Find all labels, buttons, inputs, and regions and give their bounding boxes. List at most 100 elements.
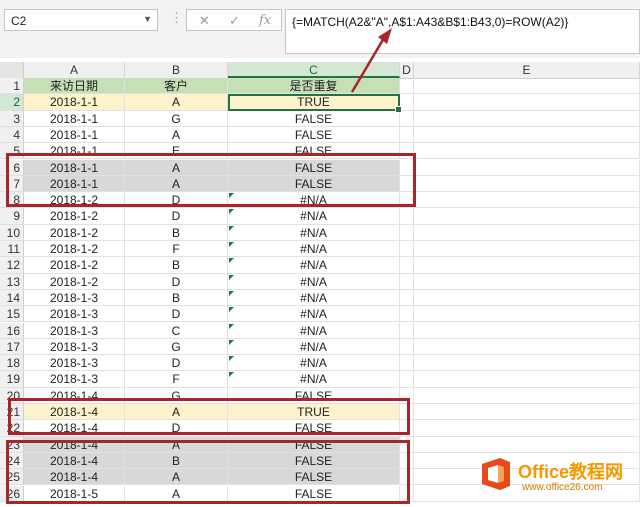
cell-empty[interactable] <box>414 94 640 111</box>
cell-customer[interactable]: A <box>125 469 228 486</box>
row-number[interactable]: 9 <box>0 208 24 225</box>
cell-visit-date[interactable]: 2018-1-3 <box>24 355 125 372</box>
cell-visit-date[interactable]: 2018-1-3 <box>24 289 125 307</box>
cell-is-duplicate[interactable]: FALSE <box>228 159 400 176</box>
row-number[interactable]: 8 <box>0 192 24 209</box>
row-number[interactable]: 24 <box>0 452 24 470</box>
cell-is-duplicate[interactable]: FALSE <box>228 110 400 127</box>
cell-customer[interactable]: D <box>125 273 228 290</box>
cell-visit-date[interactable]: 2018-1-3 <box>24 371 125 388</box>
cell-empty[interactable] <box>414 241 640 258</box>
cell-is-duplicate[interactable]: #N/A <box>228 241 400 258</box>
row-number[interactable]: 20 <box>0 387 24 404</box>
select-all-corner[interactable] <box>0 62 24 78</box>
cell-is-duplicate[interactable]: #N/A <box>228 192 400 209</box>
error-indicator-icon[interactable] <box>229 274 234 280</box>
cell-is-duplicate[interactable]: FALSE <box>228 175 400 193</box>
cell-visit-date[interactable]: 2018-1-3 <box>24 322 125 339</box>
cell-customer[interactable]: G <box>125 110 228 127</box>
cell-empty[interactable] <box>400 159 414 176</box>
cell-empty[interactable] <box>400 387 414 404</box>
cell-visit-date[interactable]: 2018-1-2 <box>24 257 125 274</box>
cell-empty[interactable] <box>400 126 414 144</box>
row-number[interactable]: 19 <box>0 371 24 388</box>
name-box[interactable]: C2 ▼ <box>4 9 158 31</box>
error-indicator-icon[interactable] <box>229 339 234 345</box>
row-number[interactable]: 21 <box>0 404 24 421</box>
cell-empty[interactable] <box>414 208 640 225</box>
cell-customer[interactable]: D <box>125 420 228 437</box>
row-number[interactable]: 1 <box>0 78 24 95</box>
row-number[interactable]: 18 <box>0 355 24 372</box>
cell-customer[interactable]: A <box>125 175 228 193</box>
row-number[interactable]: 3 <box>0 110 24 127</box>
cell-visit-date[interactable]: 2018-1-1 <box>24 110 125 127</box>
cell-visit-date[interactable]: 2018-1-3 <box>24 338 125 356</box>
cell-customer[interactable]: B <box>125 289 228 307</box>
column-header-b[interactable]: B <box>125 62 228 78</box>
row-number[interactable]: 15 <box>0 306 24 323</box>
cell-customer[interactable]: E <box>125 143 228 160</box>
row-number[interactable]: 10 <box>0 224 24 241</box>
cell-empty[interactable] <box>414 175 640 193</box>
cell-empty[interactable] <box>400 78 414 95</box>
cell-empty[interactable] <box>400 110 414 127</box>
row-number[interactable]: 26 <box>0 485 24 502</box>
column-header-d[interactable]: D <box>400 62 414 78</box>
error-indicator-icon[interactable] <box>229 193 234 199</box>
column-header-e[interactable]: E <box>414 62 640 78</box>
cell-empty[interactable] <box>400 208 414 225</box>
error-indicator-icon[interactable] <box>229 323 234 329</box>
cell-empty[interactable] <box>400 257 414 274</box>
cell-customer[interactable]: B <box>125 452 228 470</box>
column-header-a[interactable]: A <box>24 62 125 78</box>
cell-visit-date[interactable]: 2018-1-5 <box>24 485 125 502</box>
cell-visit-date[interactable]: 2018-1-4 <box>24 420 125 437</box>
cell-is-duplicate[interactable]: #N/A <box>228 257 400 274</box>
row-number[interactable]: 17 <box>0 338 24 356</box>
cell-customer[interactable]: A <box>125 485 228 502</box>
cell-empty[interactable] <box>400 273 414 290</box>
row-number[interactable]: 2 <box>0 94 24 111</box>
cell-is-duplicate[interactable]: #N/A <box>228 289 400 307</box>
cell-empty[interactable] <box>400 289 414 307</box>
cell-customer[interactable]: A <box>125 126 228 144</box>
cell-empty[interactable] <box>414 126 640 144</box>
cell-is-duplicate[interactable]: #N/A <box>228 306 400 323</box>
cell-header-customer[interactable]: 客户 <box>125 78 228 95</box>
cell-is-duplicate[interactable]: #N/A <box>228 208 400 225</box>
splitter-handle-icon[interactable]: ⋮ <box>170 10 183 26</box>
row-number[interactable]: 13 <box>0 273 24 290</box>
row-number[interactable]: 23 <box>0 436 24 453</box>
cell-visit-date[interactable]: 2018-1-4 <box>24 469 125 486</box>
cell-is-duplicate[interactable]: #N/A <box>228 355 400 372</box>
cell-customer[interactable]: A <box>125 159 228 176</box>
cell-is-duplicate[interactable]: FALSE <box>228 126 400 144</box>
cell-empty[interactable] <box>400 338 414 356</box>
cell-empty[interactable] <box>400 371 414 388</box>
row-number[interactable]: 5 <box>0 143 24 160</box>
cell-is-duplicate[interactable]: FALSE <box>228 485 400 502</box>
cell-visit-date[interactable]: 2018-1-4 <box>24 452 125 470</box>
row-number[interactable]: 12 <box>0 257 24 274</box>
cell-customer[interactable]: A <box>125 436 228 453</box>
cell-customer[interactable]: F <box>125 241 228 258</box>
row-number[interactable]: 6 <box>0 159 24 176</box>
cell-empty[interactable] <box>400 469 414 486</box>
row-number[interactable]: 7 <box>0 175 24 193</box>
row-number[interactable]: 22 <box>0 420 24 437</box>
cell-customer[interactable]: A <box>125 404 228 421</box>
cell-visit-date[interactable]: 2018-1-4 <box>24 387 125 404</box>
cell-empty[interactable] <box>414 273 640 290</box>
cell-empty[interactable] <box>414 78 640 95</box>
cell-customer[interactable]: G <box>125 387 228 404</box>
cell-customer[interactable]: C <box>125 322 228 339</box>
cell-empty[interactable] <box>400 241 414 258</box>
cell-empty[interactable] <box>414 110 640 127</box>
cell-visit-date[interactable]: 2018-1-2 <box>24 273 125 290</box>
cell-empty[interactable] <box>414 420 640 437</box>
cell-empty[interactable] <box>400 94 414 111</box>
cell-visit-date[interactable]: 2018-1-2 <box>24 241 125 258</box>
row-number[interactable]: 14 <box>0 289 24 307</box>
cell-visit-date[interactable]: 2018-1-1 <box>24 159 125 176</box>
